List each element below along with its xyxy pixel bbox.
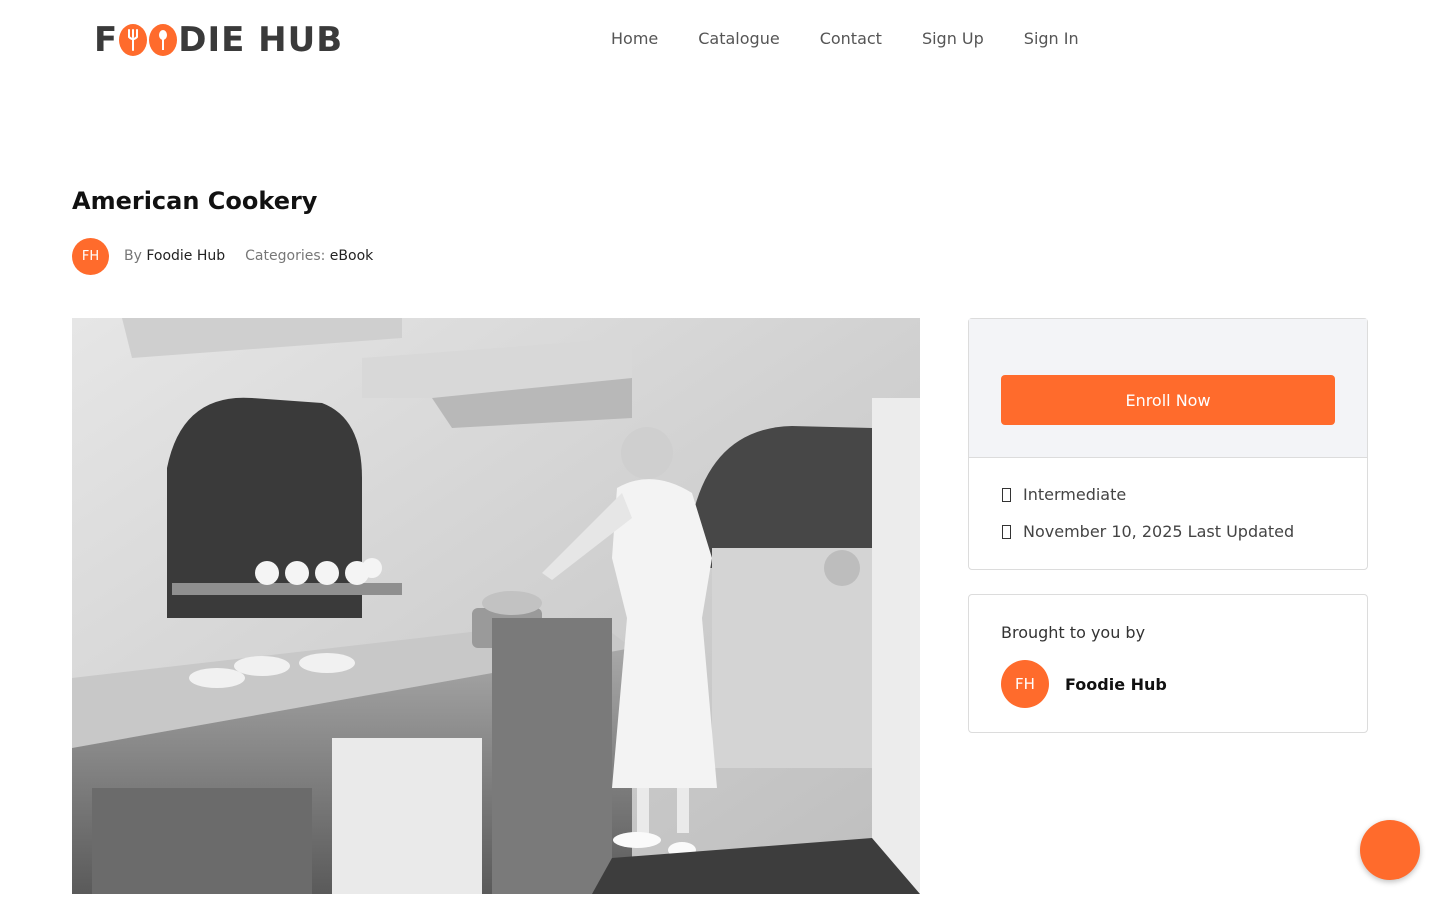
chat-button[interactable] [1360,820,1420,880]
site-header: F DIE HUB Home Catalogue Contact Sign Up… [0,0,1440,80]
fork-o-icon [119,24,148,56]
level-icon [1001,487,1015,503]
enroll-card-header: Enroll Now [969,319,1367,458]
last-updated-text: November 10, 2025 Last Updated [1023,522,1295,541]
author-link[interactable]: Foodie Hub [146,248,225,264]
nav-home[interactable]: Home [611,28,658,50]
kitchen-photo-icon [72,318,920,894]
by-label: By [124,248,142,264]
logo-text-end: DIE HUB [178,20,344,60]
updated-row: November 10, 2025 Last Updated [1001,522,1294,541]
brand-logo[interactable]: F DIE HUB [94,20,343,60]
nav-contact[interactable]: Contact [820,28,882,50]
nav-sign-in[interactable]: Sign In [1024,28,1079,50]
author-byline: By Foodie Hub [124,248,225,264]
course-meta: FH By Foodie Hub Categories: eBook [72,237,373,275]
provider-name[interactable]: Foodie Hub [1065,675,1167,694]
logo-text-start: F [94,20,119,60]
main-nav: Home Catalogue Contact Sign Up Sign In [611,28,1079,50]
nav-catalogue[interactable]: Catalogue [698,28,779,50]
enroll-now-button[interactable]: Enroll Now [1001,375,1335,425]
spoon-o-icon [149,24,178,56]
nav-sign-up[interactable]: Sign Up [922,28,984,50]
provider-avatar[interactable]: FH [1001,660,1049,708]
categories-label: Categories: [245,248,326,264]
provider-label: Brought to you by [1001,623,1146,642]
author-avatar[interactable]: FH [72,237,109,275]
page-title: American Cookery [72,187,318,215]
provider-card: Brought to you by FH Foodie Hub [968,594,1368,733]
level-text: Intermediate [1023,485,1127,504]
category-link[interactable]: eBook [330,248,373,264]
category-line: Categories: eBook [245,248,373,264]
course-image [72,318,920,894]
enroll-card: Enroll Now Intermediate November 10, 202… [968,318,1368,570]
calendar-icon [1001,524,1015,540]
level-row: Intermediate [1001,485,1126,504]
